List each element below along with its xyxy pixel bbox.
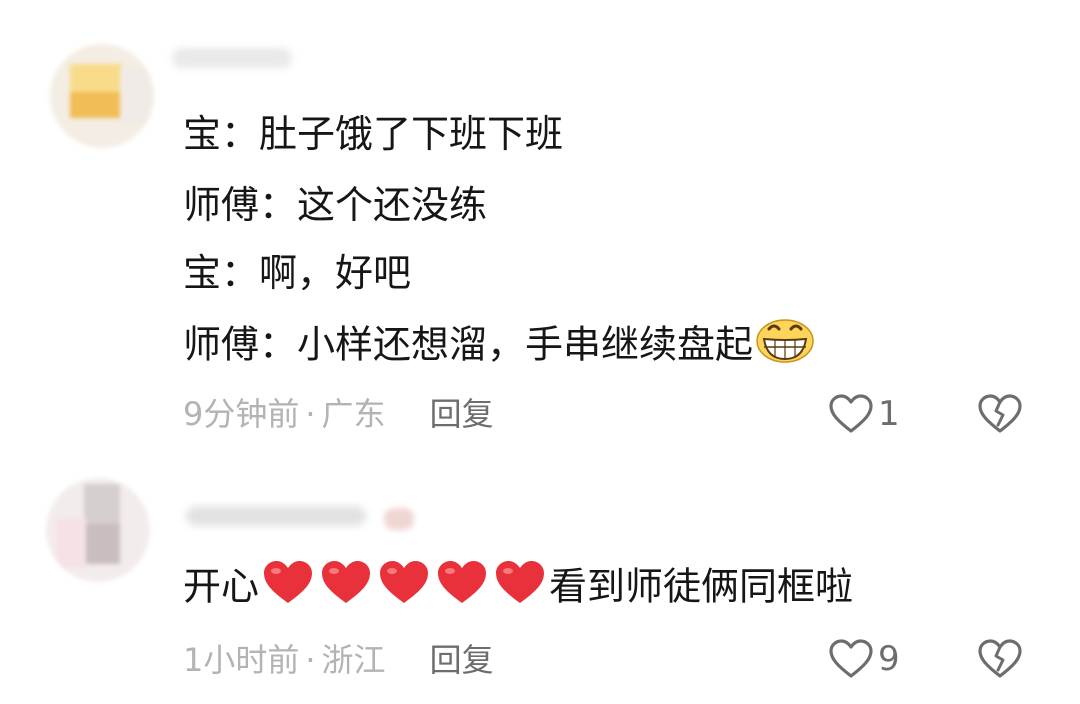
heart-outline-icon — [829, 394, 873, 433]
username-badge-blurred — [384, 508, 414, 530]
broken-heart-icon — [978, 394, 1022, 433]
avatar[interactable] — [46, 478, 150, 582]
comment-location: 广东 — [321, 395, 386, 433]
red-heart-emoji-icon — [377, 558, 431, 612]
username-blurred[interactable] — [186, 506, 366, 526]
dislike-button[interactable] — [976, 393, 1024, 439]
comment-meta: 9分钟前 · 广东 回复 — [183, 398, 494, 430]
comment-location: 浙江 — [321, 641, 386, 679]
comment-line-text: 师傅：小样还想溜，手串继续盘起 — [183, 322, 754, 367]
grinning-face-emoji-icon — [755, 315, 815, 369]
comment-text-after: 看到师徒俩同框啦 — [549, 564, 854, 609]
username-blurred[interactable] — [172, 48, 292, 68]
reply-button[interactable]: 回复 — [430, 641, 494, 679]
comment-line-last: 师傅：小样还想溜，手串继续盘起 — [183, 319, 815, 369]
meta-separator: · — [305, 395, 316, 433]
like-count: 9 — [878, 639, 900, 679]
avatar[interactable] — [50, 44, 154, 148]
like-button[interactable]: 1 — [828, 393, 900, 435]
like-button[interactable]: 9 — [828, 638, 900, 680]
red-heart-emoji-icon — [493, 558, 547, 612]
comment-time: 9分钟前 — [183, 395, 300, 433]
red-heart-emoji-icon — [261, 558, 315, 612]
like-count: 1 — [878, 394, 900, 434]
broken-heart-icon — [978, 639, 1022, 678]
dislike-button[interactable] — [976, 638, 1024, 684]
comment-meta: 1小时前 · 浙江 回复 — [183, 644, 494, 676]
red-heart-emoji-icon — [435, 558, 489, 612]
heart-outline-icon — [829, 639, 873, 678]
heart-emoji-group — [259, 561, 549, 609]
red-heart-emoji-icon — [319, 558, 373, 612]
comment-line: 宝：肚子饿了下班下班 — [183, 112, 564, 156]
comment-text-before: 开心 — [183, 564, 260, 609]
reply-button[interactable]: 回复 — [430, 395, 494, 433]
meta-separator: · — [305, 641, 316, 679]
comment-line: 开心 看到师徒俩同框啦 — [183, 561, 854, 612]
comment-time: 1小时前 — [183, 641, 300, 679]
comment-line: 宝：啊，好吧 — [183, 251, 412, 295]
comment-line: 师傅：这个还没练 — [183, 183, 488, 227]
